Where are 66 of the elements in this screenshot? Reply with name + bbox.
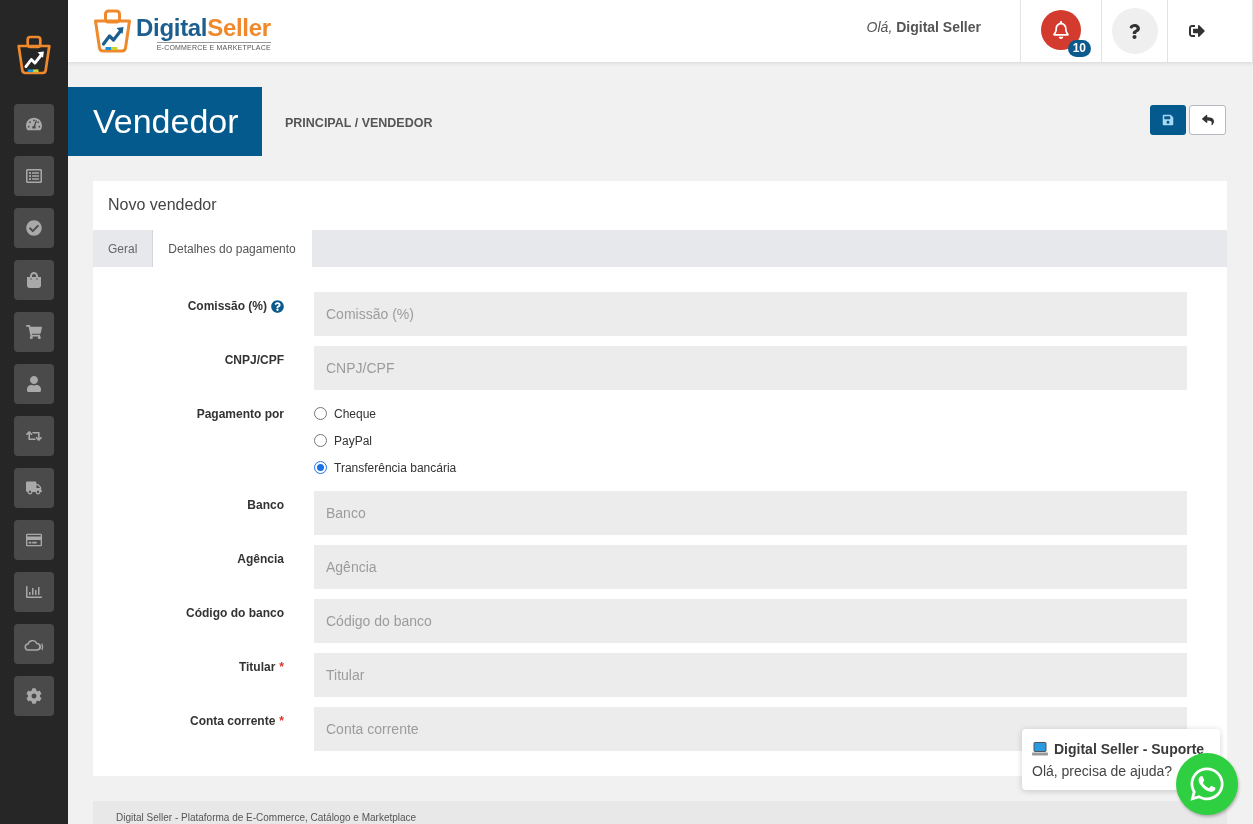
field-label: Banco [247,498,284,512]
bag-logo-icon [16,35,52,75]
cart-icon [26,324,42,340]
radio-option-label: Cheque [334,406,377,421]
sidebar-nav-button[interactable] [14,104,54,144]
help-button[interactable] [1111,8,1158,54]
settings-icon [26,688,42,704]
user-icon [26,376,42,392]
input-field[interactable]: Agência [314,545,1187,589]
field-label: Agência [237,552,284,566]
radio-button[interactable] [314,407,327,420]
sidebar-nav-button[interactable] [14,624,54,664]
greeting-text: Olá, Digital Seller [866,19,982,35]
field-label: Pagamento por [196,407,284,421]
sidebar-nav-button[interactable] [14,156,54,196]
exchange-arrows-icon [26,428,42,444]
input-field[interactable]: Código do banco [314,599,1187,643]
bag-logo-icon [92,9,133,53]
phone-speech-bubble-icon [1188,765,1226,803]
shopping-bag-icon [26,272,42,288]
page-title: Vendedor [68,87,262,156]
sidebar-nav-button[interactable] [14,572,54,612]
input-field[interactable]: CNPJ/CPF [314,346,1187,390]
sidebar-nav-button[interactable] [14,468,54,508]
input-field[interactable]: Banco [314,491,1187,535]
radio-button[interactable] [314,461,327,474]
radio-option-label: Transferência bancária [334,460,457,475]
input-field[interactable]: Comissão (%) [314,292,1187,336]
sidebar-nav-button[interactable] [14,520,54,560]
field-label: Conta corrente [189,714,276,728]
input-field[interactable]: Titular [314,653,1187,697]
sidebar-nav-button[interactable] [14,312,54,352]
logo-text: DigitalSeller [136,14,271,41]
help-icon [1127,23,1142,39]
field-label: Titular [238,660,276,674]
truck-icon [26,480,42,496]
reply-arrow-icon [1201,114,1214,126]
tab[interactable]: Detalhes do pagamento [153,230,312,267]
credit-card-icon [26,532,42,548]
sidebar-nav-button[interactable] [14,676,54,716]
sidebar-nav-button[interactable] [14,208,54,248]
notification-count-badge: 10 [1067,40,1091,57]
save-button[interactable] [1150,105,1186,135]
logout-button[interactable] [1189,23,1205,39]
gauge-icon [26,116,42,132]
sidebar-nav-button[interactable] [14,416,54,456]
logout-icon [1189,23,1205,39]
bell-icon [1052,21,1070,39]
bar-chart-icon [26,584,42,600]
card-title: Novo vendedor [107,195,218,215]
field-label: Comissão (%) [187,299,267,313]
required-asterisk: * [279,714,284,728]
field-label: Código do banco [186,606,284,620]
list-icon [26,168,42,184]
required-asterisk: * [279,660,284,674]
field-label: CNPJ/CPF [224,353,284,367]
laptop-icon [1032,742,1048,756]
radio-option-label: PayPal [334,433,373,448]
back-button[interactable] [1189,105,1226,135]
breadcrumb: PRINCIPAL / VENDEDOR [285,116,433,130]
help-icon[interactable] [271,299,284,313]
footer-text: Digital Seller - Plataforma de E-Commerce, Catálogo e Marketplace [116,812,417,824]
chat-message: Olá, precisa de ajuda? [1032,763,1174,779]
radio-button[interactable] [314,434,327,447]
sidebar-nav-button[interactable] [14,364,54,404]
sidebar-nav-button[interactable] [14,260,54,300]
